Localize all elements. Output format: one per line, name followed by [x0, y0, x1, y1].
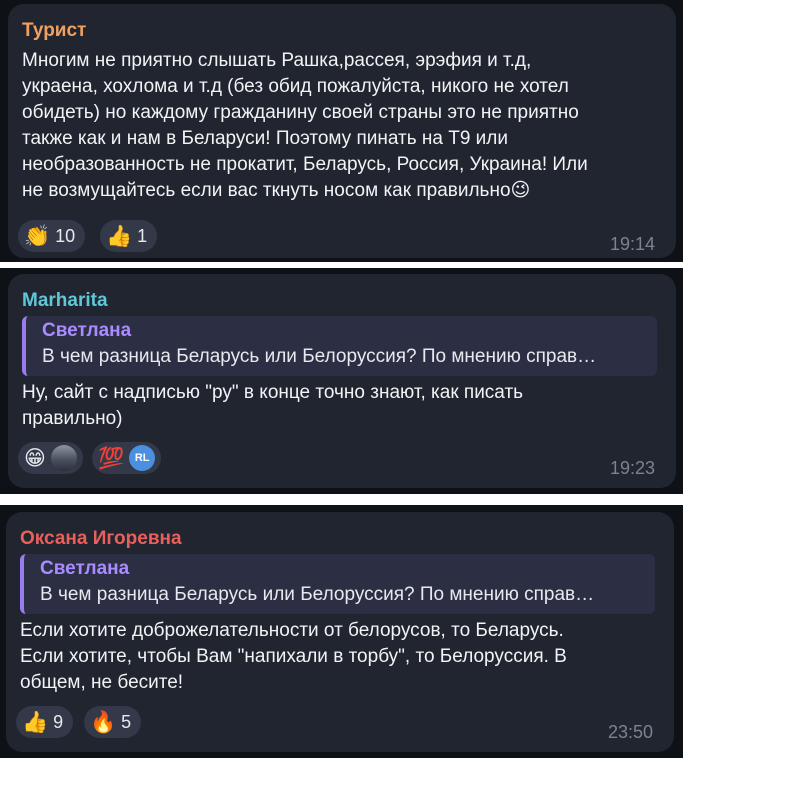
message-author[interactable]: Marharita	[22, 290, 108, 312]
car-avatar	[50, 445, 77, 471]
message-bubble[interactable]: Marharita Светлана В чем разница Беларус…	[8, 274, 676, 488]
reaction-chip[interactable]: 👍 1	[100, 220, 158, 252]
reply-quote[interactable]: Светлана В чем разница Беларусь или Бело…	[20, 554, 655, 614]
reaction-chip[interactable]: 👏 10	[18, 220, 86, 252]
reaction-count: 10	[55, 225, 76, 246]
fire-icon: 🔥	[90, 709, 117, 734]
reaction-count: 5	[121, 711, 132, 732]
message-author[interactable]: Турист	[22, 20, 86, 42]
message-bubble[interactable]: Оксана Игоревна Светлана В чем разница Б…	[6, 512, 674, 752]
thumbs-up-icon: 👍	[106, 223, 133, 248]
reaction-chip[interactable]: 😁	[18, 442, 83, 474]
message-author[interactable]: Оксана Игоревна	[20, 528, 182, 550]
message-time: 19:23	[610, 458, 656, 478]
message-text: Если хотите доброжелательности от белору…	[20, 620, 567, 693]
quote-author: Светлана	[40, 558, 130, 579]
user-avatar: RL	[129, 445, 156, 471]
message-time: 19:14	[610, 234, 656, 254]
grinning-face-icon: 😁	[24, 445, 46, 470]
quote-text: В чем разница Беларусь или Белоруссия? П…	[42, 346, 597, 367]
reply-quote[interactable]: Светлана В чем разница Беларусь или Бело…	[22, 316, 657, 376]
reaction-chip[interactable]: 💯 RL	[92, 442, 162, 474]
reaction-chip[interactable]: 🔥 5	[84, 706, 142, 738]
message-bubble[interactable]: Турист Многим не приятно слышать Рашка,р…	[8, 4, 676, 258]
message-text: Ну, сайт с надписью "ру" в конце точно з…	[22, 382, 524, 429]
reaction-count: 9	[53, 711, 64, 732]
reaction-chip[interactable]: 👍 9	[16, 706, 74, 738]
quote-text: В чем разница Беларусь или Белоруссия? П…	[40, 584, 595, 605]
message-time: 23:50	[608, 722, 654, 742]
clapping-hands-icon: 👏	[24, 223, 51, 248]
reaction-count: 1	[137, 225, 148, 246]
message-text: Многим не приятно слышать Рашка,рассея, …	[22, 50, 588, 201]
hundred-points-icon: 💯	[98, 445, 125, 470]
quote-author: Светлана	[42, 320, 132, 341]
thumbs-up-icon: 👍	[22, 709, 49, 734]
